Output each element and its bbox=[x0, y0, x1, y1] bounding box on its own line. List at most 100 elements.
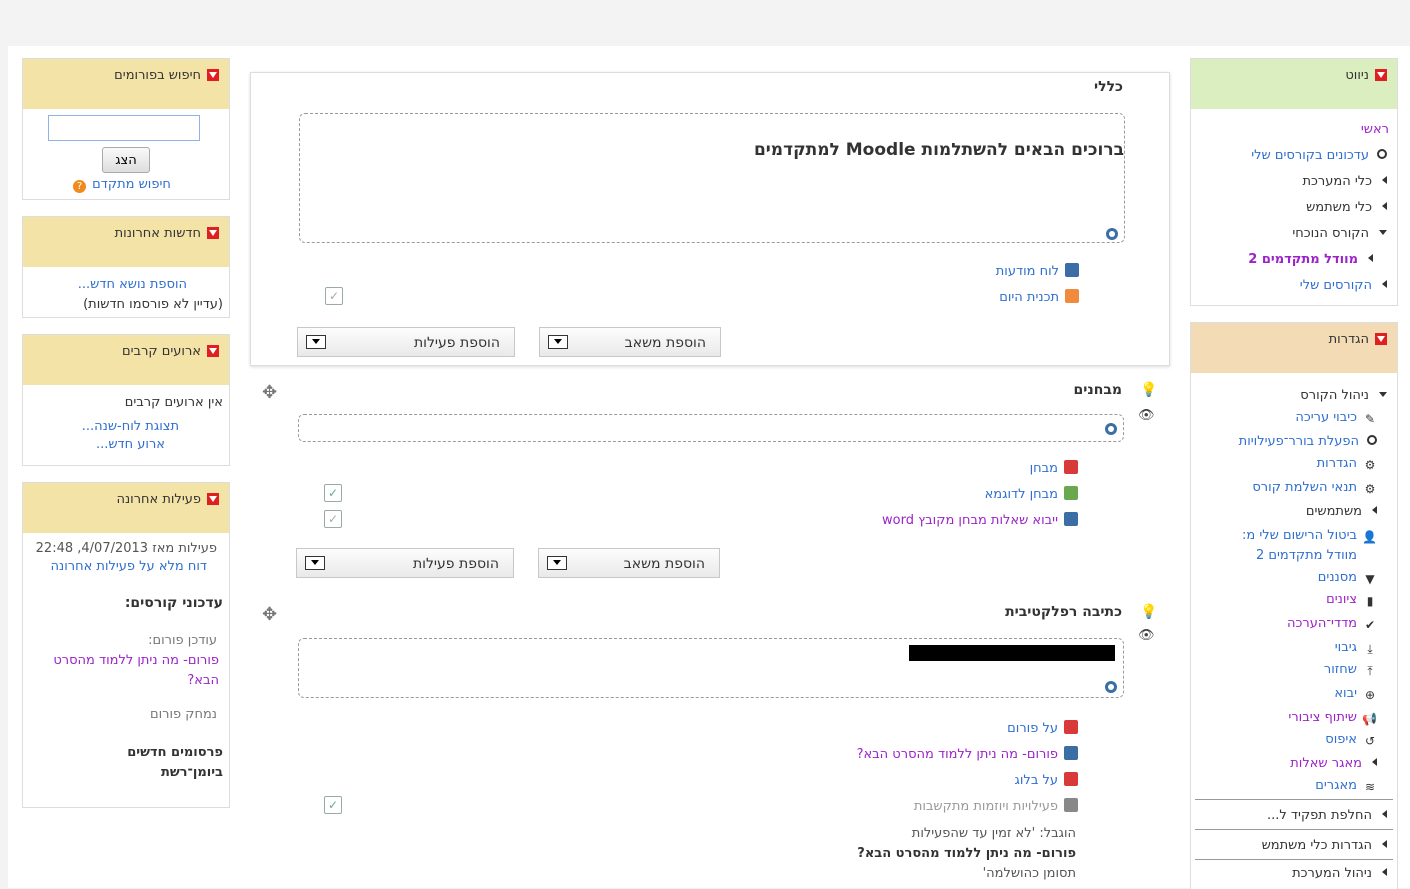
recent-activity-header[interactable]: פעילות אחרונה bbox=[23, 483, 229, 533]
move-icon[interactable]: ✥ bbox=[262, 604, 277, 625]
settings-item[interactable]: הפעלת בורר־פעילויות bbox=[1239, 434, 1359, 449]
backup-icon: ⤓ bbox=[1367, 642, 1373, 656]
upcoming-events-header[interactable]: ארועים קרבים bbox=[23, 335, 229, 385]
filter-icon: ▼ bbox=[1365, 572, 1375, 586]
collapse-icon[interactable] bbox=[1375, 69, 1387, 81]
section-general: כללי ברוכים הבאים להשתלמות Moodle למתקדמ… bbox=[250, 72, 1170, 366]
expand-icon[interactable] bbox=[1368, 254, 1373, 262]
expand-icon[interactable] bbox=[1382, 868, 1387, 876]
nav-item[interactable]: עדכונים בקורסים שלי bbox=[1251, 148, 1369, 163]
add-resource-select[interactable]: הוספת משאב bbox=[539, 327, 721, 357]
completion-checkbox[interactable]: ✓ bbox=[324, 510, 342, 528]
nav-home-link[interactable]: ראשי bbox=[1361, 122, 1389, 137]
activity-link[interactable]: תכנית היום bbox=[999, 290, 1059, 305]
collapse-tree-icon[interactable] bbox=[1379, 392, 1387, 397]
activity-link[interactable]: על בלוג bbox=[1015, 773, 1058, 788]
new-event-link[interactable]: ארוע חדש... bbox=[96, 437, 165, 452]
activity-link[interactable]: פעילויות ויוזמות מתקשבות bbox=[914, 799, 1058, 814]
collapse-icon[interactable] bbox=[207, 345, 219, 357]
bullet-icon bbox=[1367, 435, 1377, 445]
collapse-icon[interactable] bbox=[207, 227, 219, 239]
settings-header[interactable]: הגדרות bbox=[1191, 323, 1397, 373]
nav-item[interactable]: כלי משתמש bbox=[1306, 200, 1372, 215]
activity-link[interactable]: מבחן bbox=[1030, 461, 1058, 476]
edit-summary-icon[interactable] bbox=[1106, 228, 1118, 240]
eye-icon[interactable]: 👁 bbox=[1138, 628, 1155, 643]
advanced-search-link[interactable]: חיפוש מתקדם bbox=[92, 177, 171, 192]
calendar-link[interactable]: תצוגת לוח-שנה... bbox=[82, 419, 179, 434]
expand-icon[interactable] bbox=[1382, 176, 1387, 184]
settings-item[interactable]: משתמשים bbox=[1306, 504, 1362, 519]
expand-icon[interactable] bbox=[1382, 810, 1387, 818]
settings-item[interactable]: מסננים bbox=[1318, 570, 1357, 585]
settings-item-continuation[interactable]: מוודל מתקדמים 2 bbox=[1256, 548, 1357, 563]
navigation-block: ניווט ראשי עדכונים בקורסים שלי כלי המערכ… bbox=[1190, 58, 1398, 306]
latest-news-header[interactable]: חדשות אחרונות bbox=[23, 217, 229, 267]
settings-item[interactable]: מאגרים bbox=[1315, 778, 1357, 793]
activity-link[interactable]: פורום- מה ניתן ללמוד מהסרט הבא? bbox=[857, 747, 1058, 762]
expand-icon[interactable] bbox=[1382, 280, 1387, 288]
quiz-icon bbox=[1064, 460, 1078, 474]
settings-item[interactable]: איפוס bbox=[1325, 732, 1357, 747]
edit-summary-icon[interactable] bbox=[1105, 681, 1117, 693]
forum-search-input[interactable] bbox=[48, 115, 200, 141]
collapse-icon[interactable] bbox=[207, 493, 219, 505]
settings-item[interactable]: שחזור bbox=[1324, 662, 1357, 677]
settings-item[interactable]: הגדרות כלי משתמש bbox=[1262, 838, 1372, 853]
add-activity-select[interactable]: הוספת פעילות bbox=[296, 548, 514, 578]
restriction-label: הוגבל: 'לא זמין עד שהפעילות bbox=[911, 826, 1076, 841]
new-posts-heading: פרסומים חדשים ביומן־רשת bbox=[127, 745, 223, 780]
completion-checkbox[interactable]: ✓ bbox=[325, 287, 343, 305]
section-quizzes: ✥ 💡 👁 מבחנים מבחן מבחן לדוגמא ייבוא שאלו… bbox=[250, 372, 1168, 588]
settings-item[interactable]: מאגר שאלות bbox=[1290, 756, 1362, 771]
nav-item[interactable]: הקורס הנוכחי bbox=[1292, 226, 1369, 241]
eye-icon[interactable]: 👁 bbox=[1138, 408, 1155, 423]
settings-item[interactable]: החלפת תפקיד ל... bbox=[1267, 808, 1372, 823]
expand-icon[interactable] bbox=[1372, 758, 1377, 766]
lightbulb-icon[interactable]: 💡 bbox=[1140, 382, 1157, 398]
collapse-tree-icon[interactable] bbox=[1379, 230, 1387, 235]
forum-icon bbox=[1064, 746, 1078, 760]
settings-item[interactable]: כיבוי עריכה bbox=[1295, 410, 1357, 425]
settings-item[interactable]: ניהול הקורס bbox=[1300, 388, 1369, 403]
add-resource-select[interactable]: הוספת משאב bbox=[538, 548, 720, 578]
block-title: ניווט bbox=[1345, 68, 1369, 83]
navigation-header[interactable]: ניווט bbox=[1191, 59, 1397, 109]
settings-item[interactable]: מדדי־הערכה bbox=[1287, 616, 1357, 631]
edit-summary-icon[interactable] bbox=[1105, 423, 1117, 435]
add-topic-link[interactable]: הוספת נושא חדש... bbox=[78, 277, 187, 292]
forum-search-header[interactable]: חיפוש בפורומים bbox=[23, 59, 229, 109]
settings-item[interactable]: יבוא bbox=[1334, 686, 1357, 701]
settings-item[interactable]: גיבוי bbox=[1335, 640, 1357, 655]
forum-deleted-label: נמחק פורום bbox=[149, 707, 217, 722]
expand-icon[interactable] bbox=[1382, 840, 1387, 848]
nav-item[interactable]: הקורסים שלי bbox=[1300, 278, 1372, 293]
expand-icon[interactable] bbox=[1382, 202, 1387, 210]
settings-item[interactable]: הגדרות bbox=[1317, 456, 1357, 471]
recent-forum-link[interactable]: פורום- מה ניתן ללמוד מהסרט הבא? bbox=[53, 653, 219, 688]
settings-item[interactable]: ציונים bbox=[1326, 592, 1357, 607]
collapse-icon[interactable] bbox=[207, 69, 219, 81]
dropdown-arrow-icon bbox=[306, 335, 326, 349]
settings-item[interactable]: ביטול הרישום שלי מ: bbox=[1242, 528, 1357, 543]
collapse-icon[interactable] bbox=[1375, 333, 1387, 345]
show-button[interactable]: הצג bbox=[102, 147, 150, 173]
add-activity-select[interactable]: הוספת פעילות bbox=[297, 327, 515, 357]
settings-item[interactable]: תנאי השלמת קורס bbox=[1252, 480, 1357, 495]
activity-link[interactable]: ייבוא שאלות מבחן מקובץ word bbox=[882, 513, 1058, 528]
full-report-link[interactable]: דוח מלא על פעילות אחרונה bbox=[51, 559, 208, 574]
settings-item[interactable]: ניהול המערכת bbox=[1292, 866, 1372, 881]
completion-checkbox[interactable]: ✓ bbox=[324, 484, 342, 502]
settings-item[interactable]: שיתוף ציבורי bbox=[1288, 710, 1357, 725]
activity-link[interactable]: מבחן לדוגמא bbox=[985, 487, 1058, 502]
section-title: מבחנים bbox=[1073, 382, 1122, 398]
nav-item-current-course[interactable]: מוודל מתקדמים 2 bbox=[1248, 252, 1358, 267]
expand-icon[interactable] bbox=[1372, 506, 1377, 514]
activity-link[interactable]: לוח מודעות bbox=[996, 264, 1059, 279]
lightbulb-icon[interactable]: 💡 bbox=[1140, 604, 1157, 620]
nav-item[interactable]: כלי המערכת bbox=[1302, 174, 1372, 189]
completion-checkbox[interactable]: ✓ bbox=[324, 796, 342, 814]
activity-link[interactable]: על פורום bbox=[1007, 721, 1058, 736]
help-icon[interactable]: ? bbox=[73, 180, 86, 193]
move-icon[interactable]: ✥ bbox=[262, 382, 277, 403]
